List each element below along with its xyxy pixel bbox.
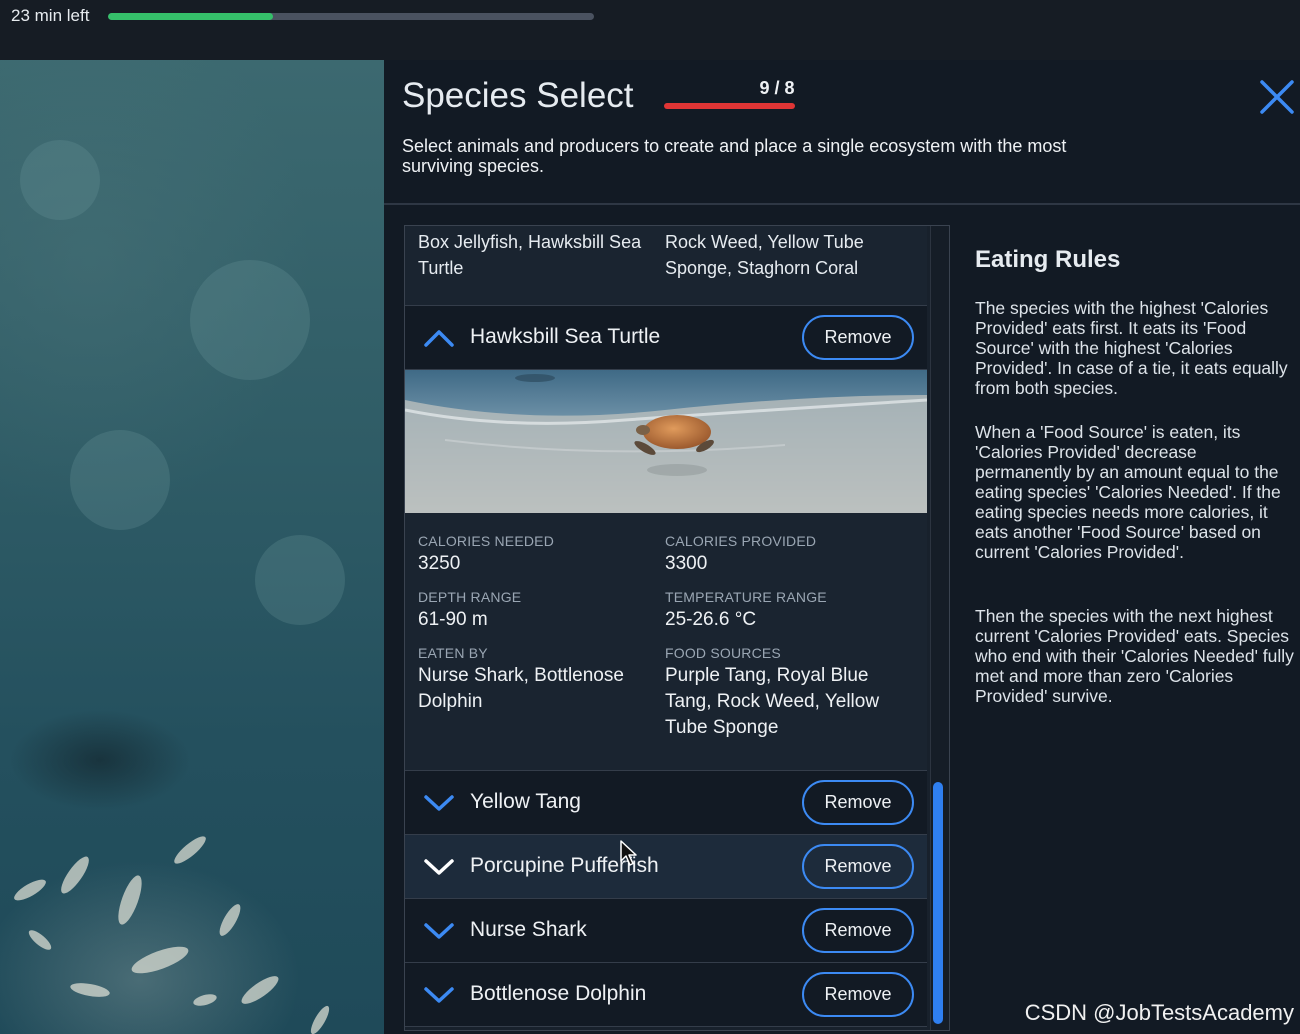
remove-button[interactable]: Remove [802,315,914,360]
time-progress-fill [108,13,274,20]
watermark: CSDN @JobTestsAcademy [1024,1000,1294,1025]
species-select-panel: Species Select 9 / 8 Select animals and … [384,60,1300,1034]
chevron-down-icon[interactable] [423,857,455,877]
remove-button[interactable]: Remove [802,844,914,889]
species-image [405,370,927,513]
chevron-up-icon[interactable] [423,328,455,348]
species-count-bar [664,103,795,109]
partial-food-sources: Rock Weed, Yellow Tube Sponge, Staghorn … [665,232,864,278]
remove-button[interactable]: Remove [802,908,914,953]
chevron-down-icon[interactable] [423,921,455,941]
reef-texture [14,140,345,1034]
instructions-text: Select animals and producers to create a… [402,136,1067,176]
species-list[interactable]: Box Jellyfish, Hawksbill Sea Turtle Rock… [404,225,950,1031]
stat-calories-needed: CALORIES NEEDED 3250 [418,533,555,574]
time-progress-bar [108,13,594,20]
remove-button[interactable]: Remove [802,780,914,825]
species-name: Nurse Shark [470,918,587,941]
chevron-down-icon[interactable] [423,793,455,813]
stat-eaten-by: EATEN BY Nurse Shark, Bottlenose Dolphin [418,645,624,712]
ocean-map[interactable] [0,60,384,1034]
page-title: Species Select [402,76,634,115]
mouse-cursor-icon [620,840,637,866]
stat-temperature-range: TEMPERATURE RANGE 25-26.6 °C [665,589,827,630]
eating-rules-title: Eating Rules [975,246,1121,273]
species-row-bottlenose-dolphin[interactable]: Bottlenose Dolphin Remove [405,963,927,1027]
stat-food-sources: FOOD SOURCES Purple Tang, Royal Blue Tan… [665,645,880,738]
species-name: Hawksbill Sea Turtle [470,325,661,348]
species-row-nurse-shark[interactable]: Nurse Shark Remove [405,899,927,963]
remove-button[interactable]: Remove [802,972,914,1017]
eating-rules-paragraph-2: When a 'Food Source' is eaten, its 'Calo… [975,422,1281,562]
list-scrollbar-thumb[interactable] [933,782,943,1024]
chevron-down-icon[interactable] [423,985,455,1005]
partial-eaten-by: Box Jellyfish, Hawksbill Sea Turtle [418,232,642,278]
eating-rules-paragraph-3: Then the species with the next highest c… [975,606,1294,706]
turtle-illustration [405,370,927,513]
species-name: Bottlenose Dolphin [470,982,647,1005]
eating-rules-paragraph-1: The species with the highest 'Calories P… [975,298,1288,398]
species-details: CALORIES NEEDED 3250 CALORIES PROVIDED 3… [405,513,927,771]
stat-depth-range: DEPTH RANGE 61-90 m [418,589,522,630]
species-row-porcupine-pufferfish[interactable]: Porcupine Pufferfish Remove [405,835,927,899]
header-divider [384,203,1300,205]
species-name: Yellow Tang [470,790,581,813]
close-button[interactable] [1258,78,1296,116]
species-count: 9 / 8 [759,78,795,98]
stat-calories-provided: CALORIES PROVIDED 3300 [665,533,817,574]
close-icon [1260,80,1294,114]
top-bar: 23 min left [0,0,1300,60]
species-row-yellow-tang[interactable]: Yellow Tang Remove [405,771,927,835]
list-item-partial: Box Jellyfish, Hawksbill Sea Turtle Rock… [405,226,927,306]
time-left-label: 23 min left [11,6,90,25]
species-row-hawksbill-sea-turtle[interactable]: Hawksbill Sea Turtle Remove [405,306,927,370]
